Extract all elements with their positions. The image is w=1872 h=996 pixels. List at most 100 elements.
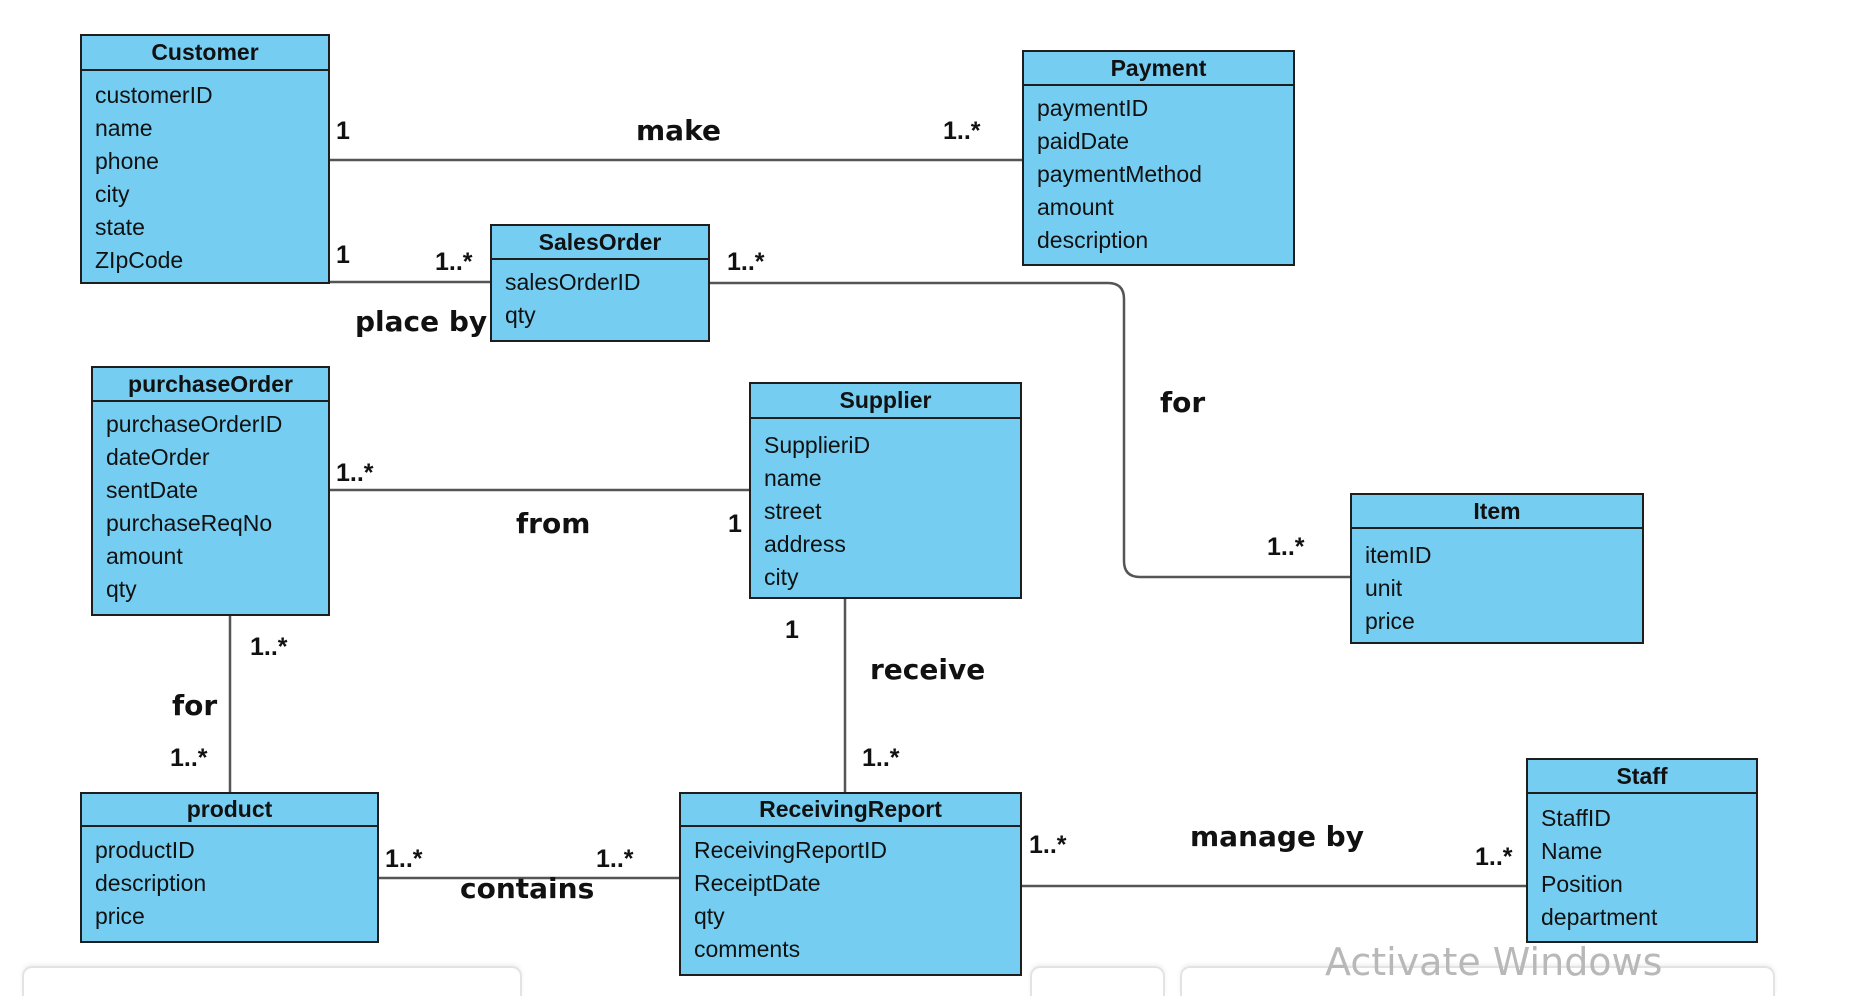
attribute-list: salesOrderID qty — [492, 260, 708, 332]
multiplicity-label: 1 — [728, 510, 742, 538]
attribute: paymentMethod — [1037, 161, 1202, 187]
attribute: address — [764, 531, 846, 557]
class-header: product — [82, 794, 377, 827]
attribute: StaffID — [1541, 805, 1611, 831]
attribute: phone — [95, 148, 159, 174]
attribute: amount — [1037, 194, 1114, 220]
class-header: ReceivingReport — [681, 794, 1020, 827]
attribute: description — [1037, 227, 1149, 253]
class-header: Payment — [1024, 52, 1293, 86]
attribute: description — [95, 870, 207, 896]
relationship-label-for-item: for — [1160, 386, 1206, 419]
relationship-label-manage-by: manage by — [1190, 820, 1364, 853]
class-header: Customer — [82, 36, 328, 71]
class-name: Staff — [1616, 762, 1668, 789]
class-item[interactable]: Item itemID unit price — [1350, 493, 1644, 644]
multiplicity-label: 1..* — [336, 459, 374, 487]
attribute: customerID — [95, 82, 213, 108]
class-payment[interactable]: Payment paymentID paidDate paymentMethod… — [1022, 50, 1295, 266]
attribute: city — [764, 564, 799, 590]
attribute: sentDate — [106, 477, 199, 503]
multiplicity-label: 1 — [785, 616, 799, 644]
class-header: Staff — [1528, 760, 1756, 794]
attribute-list: paymentID paidDate paymentMethod amount … — [1024, 86, 1293, 257]
attribute: paidDate — [1037, 128, 1130, 154]
class-header: SalesOrder — [492, 226, 708, 260]
class-receiving-report[interactable]: ReceivingReport ReceivingReportID Receip… — [679, 792, 1022, 976]
attribute: itemID — [1365, 542, 1432, 568]
attribute: purchaseOrderID — [106, 411, 283, 437]
class-name: Item — [1473, 497, 1521, 524]
multiplicity-label: 1..* — [862, 744, 900, 772]
multiplicity-label: 1 — [336, 117, 350, 145]
attribute: ZIpCode — [95, 247, 184, 273]
class-customer[interactable]: Customer customerID name phone city stat… — [80, 34, 330, 284]
multiplicity-label: 1..* — [943, 117, 981, 145]
class-name: product — [186, 796, 273, 822]
attribute: unit — [1365, 575, 1403, 601]
relationship-label-contains: contains — [460, 872, 595, 905]
class-name: ReceivingReport — [759, 796, 942, 822]
class-name: purchaseOrder — [128, 370, 293, 397]
attribute: price — [95, 903, 145, 929]
relationship-label-make: make — [636, 114, 721, 147]
attribute: Name — [1541, 838, 1603, 864]
multiplicity-label: 1..* — [727, 248, 765, 276]
attribute: city — [95, 181, 130, 207]
class-name: Supplier — [839, 387, 932, 413]
activate-windows-watermark: Activate Windows — [1325, 940, 1663, 984]
attribute: purchaseReqNo — [106, 510, 273, 536]
multiplicity-label: 1..* — [1267, 533, 1305, 561]
class-sales-order[interactable]: SalesOrder salesOrderID qty — [490, 224, 710, 342]
class-header: purchaseOrder — [93, 368, 328, 402]
attribute: name — [764, 465, 822, 491]
attribute: ReceiptDate — [694, 870, 821, 896]
multiplicity-label: 1..* — [250, 633, 288, 661]
attribute-list: itemID unit price — [1352, 529, 1642, 638]
attribute-list: purchaseOrderID dateOrder sentDate purch… — [93, 402, 328, 606]
attribute: qty — [694, 903, 725, 929]
attribute: salesOrderID — [505, 269, 641, 295]
multiplicity-label: 1..* — [170, 744, 208, 772]
attribute-list: productID description price — [82, 827, 377, 933]
attribute: name — [95, 115, 153, 141]
attribute: Position — [1541, 871, 1623, 897]
attribute: qty — [505, 302, 536, 328]
class-supplier[interactable]: Supplier SupplieriD name street address … — [749, 382, 1022, 599]
attribute-list: ReceivingReportID ReceiptDate qty commen… — [681, 827, 1020, 966]
multiplicity-label: 1..* — [596, 845, 634, 873]
attribute: productID — [95, 837, 195, 863]
attribute: comments — [694, 936, 801, 962]
relationship-label-place-by: place by — [355, 305, 488, 338]
attribute: ReceivingReportID — [694, 837, 888, 863]
class-name: Payment — [1110, 54, 1207, 81]
class-header: Item — [1352, 495, 1642, 529]
class-staff[interactable]: Staff StaffID Name Position department — [1526, 758, 1758, 943]
multiplicity-label: 1..* — [435, 248, 473, 276]
class-purchase-order[interactable]: purchaseOrder purchaseOrderID dateOrder … — [91, 366, 330, 616]
class-name: SalesOrder — [538, 228, 662, 255]
attribute: qty — [106, 576, 137, 602]
attribute: state — [95, 214, 145, 240]
multiplicity-label: 1..* — [1029, 831, 1067, 859]
attribute-list: StaffID Name Position department — [1528, 794, 1756, 934]
attribute-list: SupplieriD name street address city — [751, 419, 1020, 594]
attribute-list: customerID name phone city state ZIpCode — [82, 71, 328, 277]
attribute: dateOrder — [106, 444, 210, 470]
multiplicity-label: 1 — [336, 241, 350, 269]
attribute: department — [1541, 904, 1658, 930]
attribute: SupplieriD — [764, 432, 871, 458]
class-name: Customer — [151, 39, 259, 65]
class-product[interactable]: product productID description price — [80, 792, 379, 943]
attribute: paymentID — [1037, 95, 1149, 121]
multiplicity-label: 1..* — [385, 845, 423, 873]
relationship-label-for-product: for — [172, 689, 218, 722]
relationship-label-from: from — [516, 507, 591, 540]
relationship-label-receive: receive — [870, 653, 986, 686]
attribute: amount — [106, 543, 183, 569]
multiplicity-label: 1..* — [1475, 843, 1513, 871]
class-header: Supplier — [751, 384, 1020, 419]
attribute: price — [1365, 608, 1415, 634]
attribute: street — [764, 498, 822, 524]
diagram-canvas: Customer customerID name phone city stat… — [0, 0, 1872, 996]
